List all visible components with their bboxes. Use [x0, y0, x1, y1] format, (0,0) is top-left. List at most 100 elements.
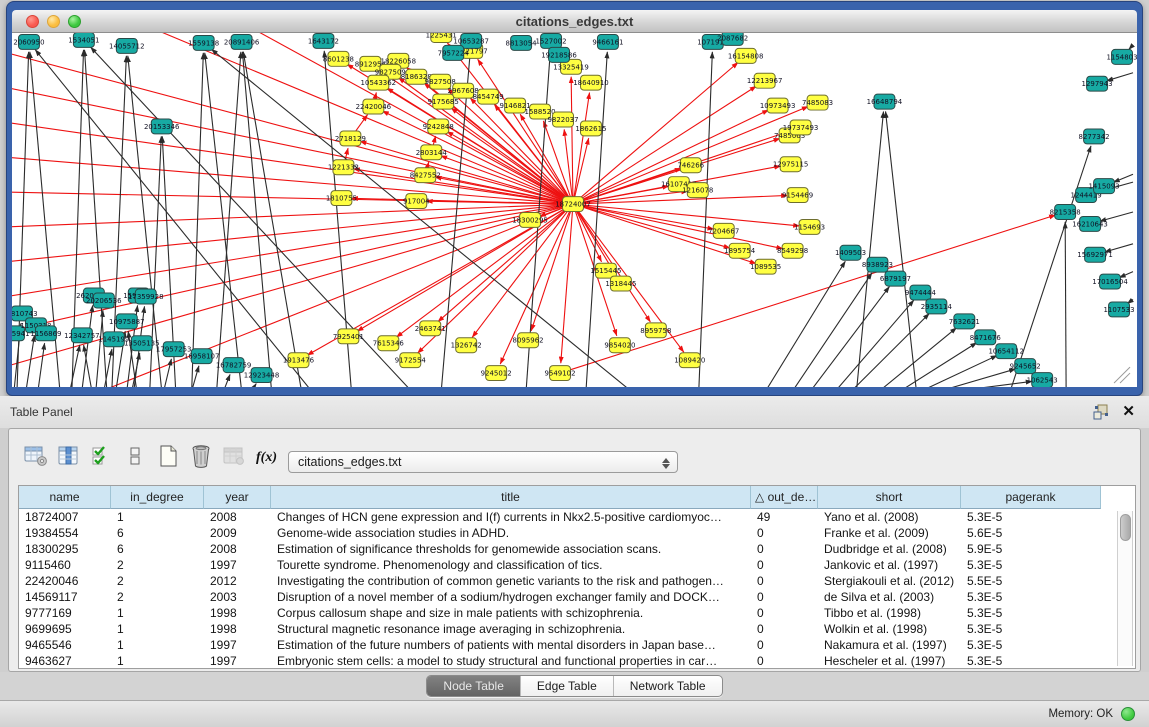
network-node[interactable]: 1107533: [1103, 302, 1134, 317]
zoom-window-button[interactable]: [68, 15, 81, 28]
network-node[interactable]: 1089535: [750, 259, 781, 274]
column-header-name[interactable]: name: [19, 486, 111, 509]
network-node[interactable]: 8427552: [410, 168, 441, 183]
table-row[interactable]: 977716911998Corpus callosum shape and si…: [19, 605, 1135, 621]
network-node[interactable]: 16782759: [216, 358, 252, 373]
network-node[interactable]: 917004: [403, 194, 430, 209]
network-node[interactable]: 1527002: [535, 33, 566, 48]
network-node[interactable]: 18640910: [573, 75, 609, 90]
network-node[interactable]: 1062543: [1027, 373, 1058, 387]
network-node[interactable]: 10654112: [988, 344, 1024, 359]
table-row[interactable]: 946554611997Estimation of the future num…: [19, 637, 1135, 653]
column-header-in_degree[interactable]: in_degree: [111, 486, 204, 509]
network-node[interactable]: 1913476: [283, 353, 314, 368]
network-node[interactable]: 16154808: [728, 48, 764, 63]
tab-node-table[interactable]: Node Table: [427, 676, 520, 696]
network-node[interactable]: 1225431: [426, 33, 457, 42]
row-options-button[interactable]: [120, 441, 150, 473]
network-node[interactable]: 7615346: [373, 336, 404, 351]
network-node[interactable]: 8471676: [970, 330, 1001, 345]
network-node[interactable]: 2060950: [13, 34, 44, 49]
network-node[interactable]: 9242848: [423, 119, 454, 134]
network-node[interactable]: 15692971: [1077, 247, 1113, 262]
network-node[interactable]: 1326742: [451, 338, 482, 353]
network-node[interactable]: 12923448: [244, 368, 280, 383]
network-node[interactable]: 8938923: [862, 257, 893, 272]
network-node[interactable]: 746266: [677, 158, 704, 173]
network-node[interactable]: 1409503: [835, 245, 866, 260]
table-row[interactable]: 911546021997Tourette syndrome. Phenomeno…: [19, 557, 1135, 573]
network-node[interactable]: 8549298: [777, 243, 808, 258]
network-node[interactable]: 9245652: [1010, 359, 1041, 374]
tab-network-table[interactable]: Network Table: [613, 676, 722, 696]
table-settings-button[interactable]: [21, 441, 51, 473]
network-node[interactable]: 8813054: [506, 35, 538, 50]
column-header-title[interactable]: title: [271, 486, 751, 509]
network-node[interactable]: 6879197: [880, 271, 911, 286]
network-node[interactable]: 9172554: [395, 353, 427, 368]
network-node[interactable]: 1154693: [794, 219, 825, 234]
network-node[interactable]: 9474444: [905, 285, 937, 300]
network-node[interactable]: 1154803: [1106, 49, 1137, 64]
table-row[interactable]: 1456911722003Disruption of a novel membe…: [19, 589, 1135, 605]
column-header-pagerank[interactable]: pagerank: [961, 486, 1101, 509]
network-node[interactable]: 20891406: [224, 34, 260, 49]
network-node[interactable]: 2935114: [921, 299, 953, 314]
network-node[interactable]: 2463741: [415, 321, 446, 336]
network-node[interactable]: 16210643: [1072, 216, 1108, 231]
network-node[interactable]: 7204667: [708, 223, 739, 238]
scrollbar-thumb[interactable]: [1120, 514, 1131, 541]
table-selector-dropdown[interactable]: citations_edges.txt: [288, 451, 678, 473]
column-header-short[interactable]: short: [818, 486, 961, 509]
table-row[interactable]: 1830029562008Estimation of significance …: [19, 541, 1135, 557]
network-node[interactable]: 1297943: [1082, 76, 1113, 91]
network-node[interactable]: 9154469: [782, 188, 813, 203]
close-panel-icon[interactable]: ✕: [1122, 404, 1135, 420]
network-node[interactable]: 8601238: [323, 51, 354, 66]
network-node[interactable]: 12975115: [773, 157, 809, 172]
new-table-button[interactable]: [153, 441, 183, 473]
network-node[interactable]: 8215358: [1050, 205, 1081, 220]
float-panel-icon[interactable]: [1092, 404, 1110, 420]
network-node[interactable]: 2803144: [416, 145, 448, 160]
network-node[interactable]: 1895754: [724, 243, 756, 258]
network-node[interactable]: 1810755: [326, 191, 357, 206]
network-node[interactable]: 2718129: [335, 131, 366, 146]
network-node[interactable]: 8277342: [1079, 129, 1110, 144]
network-node[interactable]: 1534051: [68, 33, 99, 47]
network-node[interactable]: 10973493: [760, 98, 796, 113]
network-window-titlebar[interactable]: citations_edges.txt: [12, 10, 1137, 33]
table-row[interactable]: 2242004622012Investigating the contribut…: [19, 573, 1135, 589]
select-columns-button[interactable]: [87, 441, 117, 473]
network-node[interactable]: 20153346: [144, 119, 180, 134]
vertical-scrollbar[interactable]: [1117, 511, 1133, 666]
table-row[interactable]: 946362711997Embryonic stem cells: a mode…: [19, 653, 1135, 669]
network-node[interactable]: 9245012: [481, 366, 512, 381]
column-header-year[interactable]: year: [204, 486, 271, 509]
delete-columns-button[interactable]: [186, 441, 216, 473]
network-node[interactable]: 12213967: [747, 73, 783, 88]
tab-edge-table[interactable]: Edge Table: [520, 676, 613, 696]
network-node[interactable]: 12342757: [64, 328, 100, 343]
network-node[interactable]: 7632621: [949, 314, 980, 329]
function-builder-button[interactable]: f(x): [252, 441, 282, 473]
network-node[interactable]: 1643172: [308, 33, 339, 48]
resize-grip-icon[interactable]: [1120, 373, 1130, 383]
table-row[interactable]: 969969511998Structural magnetic resonanc…: [19, 621, 1135, 637]
table-row[interactable]: 1938455462009Genome-wide association stu…: [19, 525, 1135, 541]
network-node[interactable]: 8959758: [640, 323, 671, 338]
network-view-window[interactable]: citations_edges.txt 18724007860123889129…: [6, 1, 1143, 396]
close-window-button[interactable]: [26, 15, 39, 28]
network-node[interactable]: 8095962: [513, 333, 544, 348]
memory-status-icon[interactable]: [1121, 707, 1135, 721]
show-columns-button[interactable]: [54, 441, 84, 473]
network-node[interactable]: 9466161: [592, 34, 623, 49]
network-graph[interactable]: 1872400786012388912954182260589827509818…: [12, 33, 1137, 387]
network-node[interactable]: 7485083: [802, 95, 833, 110]
network-node[interactable]: 1559138: [188, 35, 219, 50]
network-node[interactable]: 16648794: [867, 94, 903, 109]
network-node[interactable]: 18300295: [512, 212, 548, 227]
network-node[interactable]: 7925401: [333, 329, 364, 344]
table-row[interactable]: 1872400712008Changes of HCN gene express…: [19, 509, 1135, 525]
network-canvas[interactable]: 1872400786012388912954182260589827509818…: [12, 33, 1137, 387]
